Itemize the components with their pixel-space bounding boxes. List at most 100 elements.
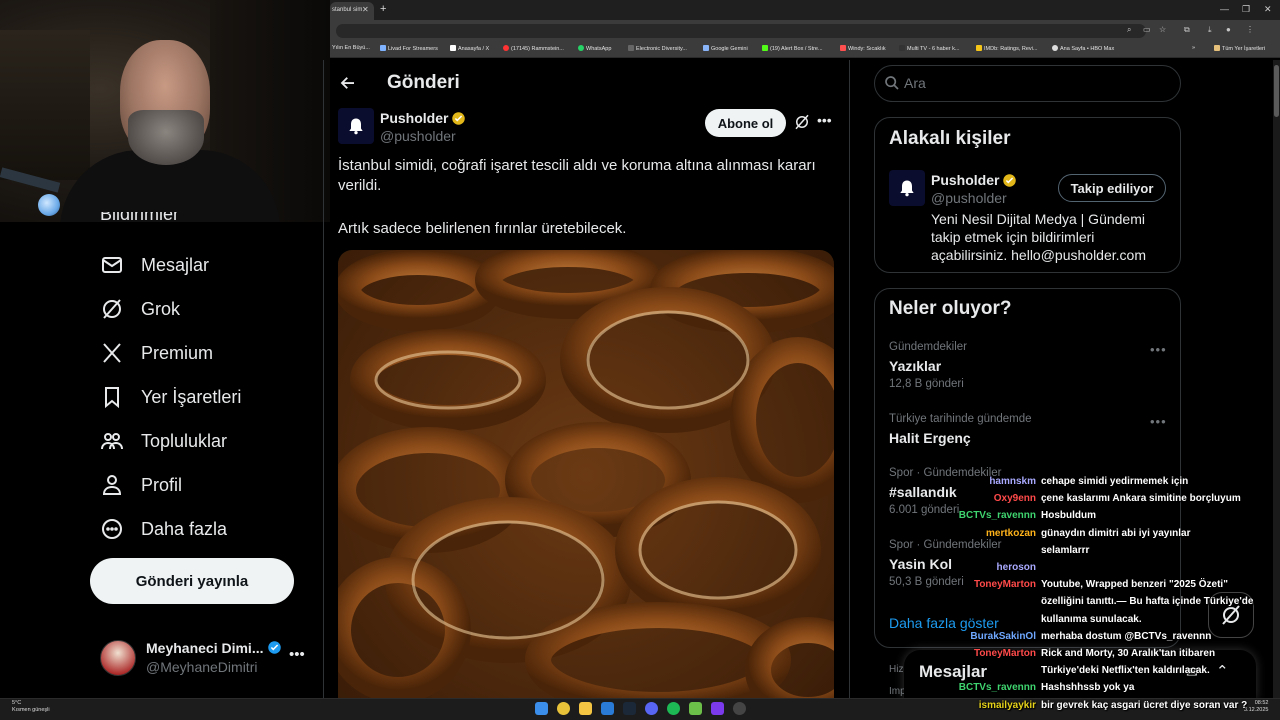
trend-more-icon[interactable]: ••• [1150, 342, 1167, 357]
trend-name[interactable]: Halit Ergenç [889, 430, 971, 446]
star-icon[interactable]: ☆ [1159, 25, 1166, 34]
related-title: Alakalı kişiler [889, 128, 1011, 149]
bookmark-item[interactable]: (17145) Rammstein... [503, 45, 564, 52]
chat-message: özelliğini tanıttı.— Bu hafta içinde Tür… [1041, 596, 1254, 607]
menu-icon[interactable]: ⋮ [1246, 25, 1254, 34]
subscribe-button[interactable]: Abone ol [705, 109, 786, 137]
bookmark-item[interactable]: Google Gemini [703, 45, 748, 52]
bookmark-item[interactable]: (19) Alert Box / Stre... [762, 45, 823, 52]
mail-icon [102, 257, 122, 273]
tab-title: stanbul sim [332, 7, 363, 13]
trends-title: Neler oluyor? [889, 298, 1012, 319]
scrollbar[interactable] [1273, 60, 1280, 700]
extensions-icon[interactable]: ⧉ [1184, 25, 1190, 35]
scrollbar-thumb[interactable] [1274, 65, 1279, 117]
divider [323, 60, 324, 700]
bell-icon [349, 118, 363, 135]
nav-item-communities[interactable]: Topluluklar [100, 427, 227, 455]
bookmark-item[interactable]: IMDb: Ratings, Revi... [976, 45, 1038, 52]
app-icon[interactable] [601, 702, 614, 715]
bookmarks-overflow-icon[interactable]: » [1192, 45, 1195, 51]
chevron-up-icon[interactable]: ⌃ [1216, 662, 1229, 680]
chat-message: Türkiye'deki Netflix'ten kaldırılacak. [1041, 665, 1210, 676]
minimize-icon[interactable]: — [1220, 4, 1229, 14]
bookmark-item[interactable]: Yılın En Büyü... [332, 45, 370, 51]
account-icon[interactable]: ● [1226, 25, 1231, 34]
bookmark-item[interactable]: WhatsApp [578, 45, 611, 52]
nav-item-messages[interactable]: Mesajlar [100, 251, 209, 279]
url-field[interactable] [336, 24, 1146, 38]
bell-icon [900, 180, 914, 197]
bookmark-item[interactable]: Livad For Streamers [380, 45, 438, 52]
weather-widget[interactable]: 5°C Kısmen güneşli [12, 700, 50, 714]
chat-message: Rick and Morty, 30 Aralık'tan itibaren [1041, 648, 1216, 659]
post-more-icon[interactable]: ••• [817, 112, 832, 128]
messages-drawer-title[interactable]: Mesajlar [919, 662, 987, 682]
bookmark-item[interactable]: Multi TV - 6 haber k... [899, 45, 959, 52]
chat-username: hamnskm [989, 476, 1036, 487]
following-button[interactable]: Takip ediliyor [1058, 174, 1166, 202]
cast-icon[interactable]: ▭ [1143, 25, 1151, 34]
webcam-overlay [0, 0, 330, 222]
nav-item-notifications[interactable]: Bildirimler [100, 212, 179, 226]
discord-icon[interactable] [645, 702, 658, 715]
bookmark-item[interactable]: Electronic Diversity... [628, 45, 687, 52]
explorer-icon[interactable] [579, 702, 592, 715]
account-more-icon[interactable]: ••• [289, 646, 305, 663]
app-icon[interactable] [689, 702, 702, 715]
related-avatar[interactable] [889, 170, 925, 206]
trend-meta: Hiz [889, 664, 904, 675]
post-text: İstanbul simidi, coğrafi işaret tescili … [338, 157, 816, 194]
zoom-icon[interactable]: ⌕ [1127, 25, 1131, 35]
maximize-icon[interactable]: ❐ [1242, 4, 1250, 15]
avatar[interactable] [100, 640, 136, 676]
left-navigation [0, 222, 324, 698]
related-bio: Yeni Nesil Dijital Medya | Gündemi takip… [931, 211, 1146, 263]
chat-message: Youtube, Wrapped benzeri "2025 Özeti" [1041, 579, 1228, 590]
post-button[interactable]: Gönderi yayınla [90, 558, 294, 604]
nav-item-bookmarks[interactable]: Yer İşaretleri [100, 383, 241, 411]
obs-icon[interactable] [711, 702, 724, 715]
bookmark-item[interactable]: Ana Sayfa • HBO Max [1052, 45, 1114, 52]
download-icon[interactable]: ⤓ [1208, 25, 1212, 35]
tab-close-icon[interactable]: ✕ [362, 5, 369, 14]
chat-message: bir gevrek kaç asgari ücret diye soran v… [1041, 700, 1248, 711]
chat-username: heroson [996, 562, 1036, 573]
nav-item-more[interactable]: Daha fazla [100, 515, 227, 543]
chat-message: kullanıma sunulacak. [1041, 614, 1142, 625]
chat-username: ToneyMarton [973, 579, 1036, 590]
trend-count: 12,8 B gönderi [889, 378, 964, 390]
author-handle[interactable]: @pusholder [380, 128, 456, 144]
trend-name[interactable]: Yazıklar [889, 358, 941, 374]
bookmark-item[interactable]: Anasayfa / X [450, 45, 489, 52]
nav-item-profile[interactable]: Profil [100, 471, 182, 499]
show-more-link[interactable]: Daha fazla göster [889, 615, 999, 631]
new-tab-icon[interactable]: + [380, 3, 386, 15]
x-logo-icon [103, 343, 121, 363]
back-arrow-icon[interactable] [337, 72, 359, 94]
window-close-icon[interactable]: ✕ [1264, 4, 1272, 15]
nav-item-premium[interactable]: Premium [100, 339, 213, 367]
profile-icon [102, 475, 122, 495]
post-text-2: Artık sadece belirlenen fırınlar üretebi… [338, 220, 627, 237]
verified-gold-icon [452, 111, 466, 125]
chat-message: cehape simidi yedirmemek için [1041, 476, 1189, 487]
start-icon[interactable] [535, 702, 548, 715]
app-icon[interactable] [733, 702, 746, 715]
steam-icon[interactable] [623, 702, 636, 715]
chrome-icon[interactable] [557, 702, 570, 715]
trend-more-icon[interactable]: ••• [1150, 414, 1167, 429]
clock[interactable]: 08:52 3.12.2025 [1244, 700, 1268, 714]
all-bookmarks[interactable]: Tüm Yer İşaretleri [1214, 45, 1265, 52]
post-image[interactable] [338, 250, 834, 700]
author-name[interactable]: Pusholder [380, 110, 466, 126]
author-avatar[interactable] [338, 108, 374, 144]
grok-icon[interactable] [793, 113, 811, 131]
spotify-icon[interactable] [667, 702, 680, 715]
chat-message: selamlarrr [1041, 545, 1090, 556]
related-name[interactable]: Pusholder [931, 172, 1017, 188]
bookmark-item[interactable]: Windy: Sıcaklık [840, 45, 886, 52]
chat-message: Hashshhssb yok ya [1041, 682, 1135, 693]
nav-item-grok[interactable]: Grok [100, 295, 180, 323]
related-handle[interactable]: @pusholder [931, 190, 1007, 206]
